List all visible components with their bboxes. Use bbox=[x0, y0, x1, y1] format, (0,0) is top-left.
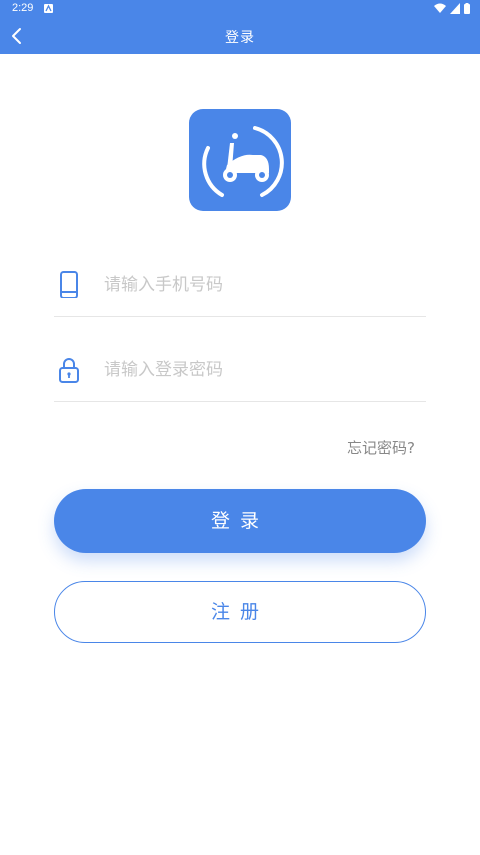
app-bar: 登录 bbox=[0, 18, 480, 54]
wifi-icon bbox=[434, 3, 446, 13]
login-button[interactable]: 登录 bbox=[54, 489, 426, 553]
app-logo bbox=[189, 109, 291, 211]
phone-icon bbox=[60, 271, 78, 298]
phone-input[interactable] bbox=[102, 270, 406, 300]
status-bar: 2:29 bbox=[0, 0, 480, 18]
lock-icon bbox=[59, 358, 79, 383]
phone-field bbox=[54, 256, 426, 317]
password-input[interactable] bbox=[102, 355, 406, 385]
forgot-password-link[interactable]: 忘记密码? bbox=[347, 437, 415, 458]
page-title: 登录 bbox=[225, 30, 255, 46]
register-button[interactable]: 注册 bbox=[54, 581, 426, 643]
system-icons bbox=[434, 3, 470, 14]
password-field bbox=[54, 341, 426, 402]
scooter-logo-icon bbox=[202, 126, 284, 197]
battery-icon bbox=[464, 3, 470, 14]
notification-icon bbox=[44, 4, 53, 13]
status-time: 2:29 bbox=[12, 2, 34, 14]
signal-icon bbox=[450, 3, 460, 14]
